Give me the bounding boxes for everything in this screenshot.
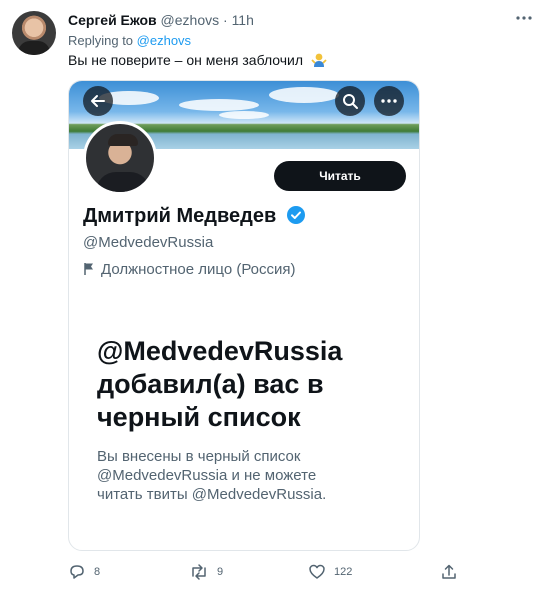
action-bar: 8 9 122 (68, 562, 538, 582)
more-icon[interactable] (514, 10, 534, 26)
blocked-title-line: добавил(а) вас в (97, 369, 324, 399)
share-icon (442, 564, 456, 579)
blocked-title-line: @MedvedevRussia (97, 336, 343, 366)
follow-button[interactable]: Читать (274, 161, 406, 191)
blocked-title: @MedvedevRussia добавил(а) вас в черный … (97, 335, 417, 434)
profile-handle: @MedvedevRussia (83, 234, 214, 251)
blocked-subtitle-line: @MedvedevRussia и не можете (97, 467, 317, 484)
tweet-text-content: Вы не поверите – он меня заблочил (68, 52, 304, 68)
like-count: 122 (334, 566, 353, 578)
replying-to: Replying to @ezhovs (68, 33, 191, 48)
tweet[interactable]: Сергей Ежов @ezhovs · 11h Replying to @e… (0, 0, 542, 590)
like-icon (309, 564, 325, 579)
back-arrow-icon[interactable] (83, 86, 113, 116)
share-button[interactable] (440, 562, 458, 582)
shrug-emoji-icon (311, 52, 327, 71)
verified-badge-icon (286, 205, 306, 231)
blocked-subtitle: Вы внесены в черный список @MedvedevRuss… (97, 447, 397, 504)
reply-count: 8 (94, 566, 101, 578)
reply-button[interactable]: 8 (68, 562, 100, 582)
tweet-text: Вы не поверите – он меня заблочил (68, 52, 327, 71)
tweet-header: Сергей Ежов @ezhovs · 11h (68, 12, 254, 28)
author-name[interactable]: Сергей Ежов (68, 12, 157, 28)
replying-prefix: Replying to (68, 33, 137, 48)
embedded-screenshot[interactable]: Читать Дмитрий Медведев @MedvedevRussia … (68, 80, 420, 551)
separator-dot: · (223, 12, 228, 28)
retweet-button[interactable]: 9 (189, 562, 223, 582)
like-button[interactable]: 122 (308, 562, 352, 582)
flag-icon (83, 262, 95, 280)
retweet-icon (192, 564, 206, 580)
blocked-subtitle-line: читать твиты @MedvedevRussia. (97, 486, 327, 503)
profile-label-text: Должностное лицо (Россия) (101, 261, 296, 278)
more-horizontal-icon[interactable] (374, 86, 404, 116)
blocked-title-line: черный список (97, 402, 301, 432)
profile-label: Должностное лицо (Россия) (83, 261, 296, 280)
reply-icon (70, 565, 84, 579)
profile-avatar[interactable] (83, 121, 157, 195)
profile-name: Дмитрий Медведев (83, 205, 306, 231)
replying-to-link[interactable]: @ezhovs (137, 33, 191, 48)
retweet-count: 9 (217, 566, 224, 578)
blocked-subtitle-line: Вы внесены в черный список (97, 448, 301, 465)
author-handle[interactable]: @ezhovs (161, 12, 220, 28)
avatar[interactable] (12, 11, 56, 55)
profile-name-text: Дмитрий Медведев (83, 205, 277, 227)
tweet-time[interactable]: 11h (232, 12, 254, 28)
search-icon[interactable] (335, 86, 365, 116)
